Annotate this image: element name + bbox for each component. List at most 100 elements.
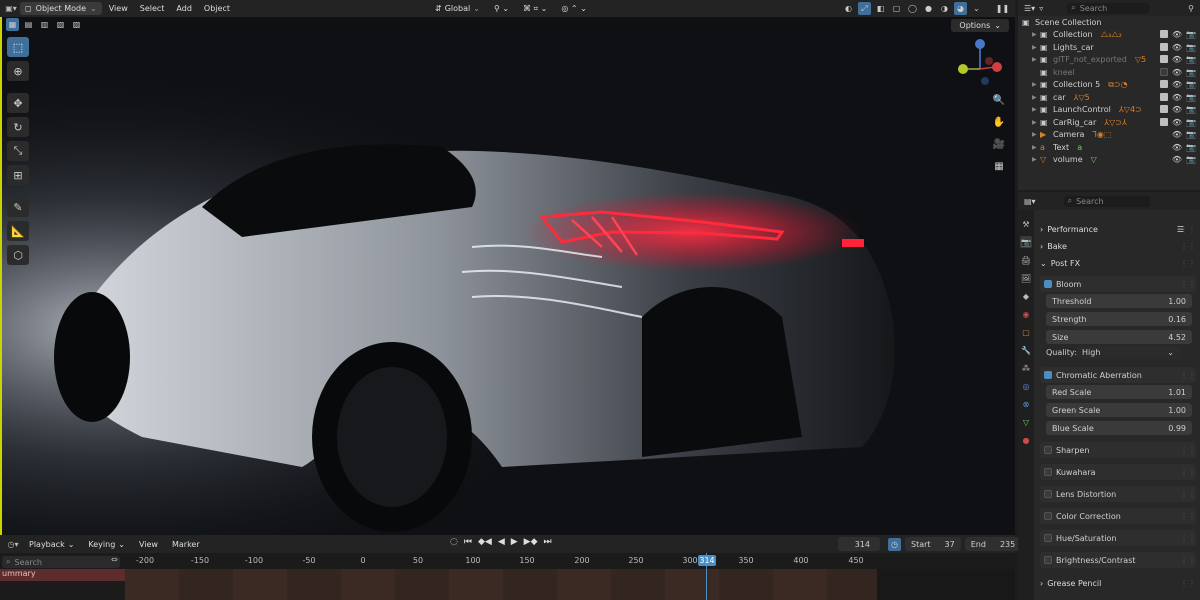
clock-icon[interactable]: ◷▾: [6, 538, 20, 550]
lens-distortion-checkbox[interactable]: [1044, 490, 1052, 498]
drag-handle-icon[interactable]: ⋮⋮: [1180, 468, 1196, 477]
eye-icon[interactable]: 👁: [1172, 105, 1182, 114]
tool-tab-icon[interactable]: ⚒: [1020, 218, 1032, 230]
mode-selector[interactable]: ◻ Object Mode ⌄: [20, 2, 102, 15]
proportional-toggle[interactable]: ◎ ⌃ ⌄: [556, 2, 591, 15]
ortho-grid-icon[interactable]: ▦: [991, 158, 1007, 174]
sharpen-subpanel[interactable]: Sharpen ⋮⋮: [1040, 442, 1196, 458]
play-icon[interactable]: ▶: [511, 537, 518, 547]
expand-arrow-icon[interactable]: ▶: [1032, 44, 1040, 51]
xray-icon[interactable]: ▢: [890, 2, 903, 15]
solid-shading-icon[interactable]: ●: [922, 2, 935, 15]
camera-render-icon[interactable]: 📷: [1186, 55, 1196, 64]
sharpen-checkbox[interactable]: [1044, 446, 1052, 454]
preview-range-icon[interactable]: ◷: [888, 537, 901, 551]
chromatic-aberration-checkbox[interactable]: [1044, 371, 1052, 379]
eye-icon[interactable]: 👁: [1172, 43, 1182, 52]
camera-render-icon[interactable]: 📷: [1186, 43, 1196, 52]
render-tab-icon[interactable]: 📷: [1020, 236, 1032, 248]
threshold-field[interactable]: Threshold 1.00: [1046, 294, 1192, 308]
quality-dropdown[interactable]: High ⌄: [1076, 346, 1180, 359]
pivot-selector[interactable]: ⚲ ⌄: [489, 2, 514, 15]
include-checkbox[interactable]: [1159, 80, 1168, 89]
camera-render-icon[interactable]: 📷: [1186, 80, 1196, 89]
gizmo-toggle-icon[interactable]: ⤢: [858, 2, 871, 15]
move-tool-icon[interactable]: ✥: [7, 93, 29, 113]
drag-handle-icon[interactable]: ⋮⋮: [1180, 534, 1196, 543]
outliner-row-camera[interactable]: ▶ ▶ Camera ⅂◉⬚ 👁 📷: [1018, 129, 1200, 142]
color-correction-checkbox[interactable]: [1044, 512, 1052, 520]
camera-render-icon[interactable]: 📷: [1186, 130, 1196, 139]
brightness-contrast-checkbox[interactable]: [1044, 556, 1052, 564]
outliner-row-lights-car[interactable]: ▶ ▣ Lights_car 👁 📷: [1018, 41, 1200, 54]
select-box-icon[interactable]: ▦: [6, 18, 19, 31]
menu-add[interactable]: Add: [171, 2, 197, 15]
shading-options-icon[interactable]: ⌄: [970, 2, 983, 15]
red-scale-field[interactable]: Red Scale 1.01: [1046, 385, 1192, 399]
kuwahara-subpanel[interactable]: Kuwahara ⋮⋮: [1040, 464, 1196, 480]
drag-handle-icon[interactable]: ⋮⋮: [1180, 242, 1196, 251]
overlay-icon[interactable]: ◧: [874, 2, 887, 15]
timeline-view-menu[interactable]: View: [134, 538, 163, 551]
blue-scale-field[interactable]: Blue Scale 0.99: [1046, 421, 1192, 435]
scene-collection-row[interactable]: ▣ Scene Collection: [1018, 16, 1200, 29]
timeline-body[interactable]: ⌕ Search ⇔ -200 -150 -100 -50 0 50 100 1…: [0, 553, 1015, 600]
camera-render-icon[interactable]: 📷: [1186, 155, 1196, 164]
expand-arrow-icon[interactable]: ▶: [1032, 156, 1040, 163]
select-subtract-icon[interactable]: ▥: [38, 18, 51, 31]
outliner-row-volume[interactable]: ▶ ▽ volume ▽ 👁 📷: [1018, 154, 1200, 167]
select-extend-icon[interactable]: ▤: [22, 18, 35, 31]
transform-tool-icon[interactable]: ⊞: [7, 165, 29, 185]
menu-select[interactable]: Select: [135, 2, 170, 15]
strength-field[interactable]: Strength 0.16: [1046, 312, 1192, 326]
playhead-frame-label[interactable]: 314: [698, 555, 716, 566]
include-checkbox[interactable]: [1159, 30, 1168, 39]
drag-handle-icon[interactable]: ⋮⋮: [1180, 280, 1196, 289]
include-checkbox[interactable]: [1159, 117, 1168, 126]
performance-panel-header[interactable]: › Performance ☰ ⋮⋮: [1040, 222, 1196, 236]
marker-menu[interactable]: Marker: [167, 538, 205, 551]
menu-view[interactable]: View: [104, 2, 133, 15]
output-tab-icon[interactable]: 🖨: [1020, 254, 1032, 266]
play-reverse-icon[interactable]: ◀: [498, 537, 505, 547]
rendered-shading-icon[interactable]: ◕: [954, 2, 967, 15]
outliner-row-text[interactable]: ▶ a Text a 👁 📷: [1018, 141, 1200, 154]
include-checkbox[interactable]: [1159, 55, 1168, 64]
snap-toggle[interactable]: ⌘ ⌗ ⌄: [518, 2, 552, 15]
next-keyframe-icon[interactable]: ▶◆: [524, 537, 538, 547]
material-shading-icon[interactable]: ◑: [938, 2, 951, 15]
timeline-search-input[interactable]: ⌕ Search: [2, 556, 120, 568]
jump-start-icon[interactable]: ⏮: [464, 537, 472, 547]
wireframe-shading-icon[interactable]: ◯: [906, 2, 919, 15]
eye-icon[interactable]: 👁: [1172, 55, 1182, 64]
frame-ruler[interactable]: -200 -150 -100 -50 0 50 100 150 200 250 …: [125, 553, 1015, 569]
eye-icon[interactable]: 👁: [1172, 93, 1182, 102]
orientation-selector[interactable]: ⇵ Global ⌄: [430, 2, 485, 15]
playback-menu[interactable]: Playback ⌄: [24, 538, 79, 551]
editor-type-icon[interactable]: ▣▾: [4, 3, 18, 15]
record-icon[interactable]: ◌: [450, 537, 458, 547]
cursor-tool-icon[interactable]: ⊕: [7, 61, 29, 81]
outliner-row-launchcontrol[interactable]: ▶ ▣ LaunchControl ⅄▽4⊃ 👁 📷: [1018, 104, 1200, 117]
eye-icon[interactable]: 👁: [1172, 68, 1182, 77]
editor-type-icon[interactable]: ☰▾: [1024, 4, 1035, 13]
chromatic-aberration-subpanel[interactable]: Chromatic Aberration ⋮⋮: [1040, 367, 1196, 383]
drag-handle-icon[interactable]: ⋮⋮: [1180, 371, 1196, 380]
hue-saturation-subpanel[interactable]: Hue/Saturation ⋮⋮: [1040, 530, 1196, 546]
camera-render-icon[interactable]: 📷: [1186, 68, 1196, 77]
keyframe-track[interactable]: [125, 569, 877, 600]
swap-arrows-icon[interactable]: ⇔: [111, 555, 118, 564]
outliner-row-carrig[interactable]: ▶ ▣ CarRig_car ⅄▽⊃⅄ 👁 📷: [1018, 116, 1200, 129]
expand-arrow-icon[interactable]: ▶: [1032, 56, 1040, 63]
eye-icon[interactable]: 👁: [1172, 118, 1182, 127]
camera-render-icon[interactable]: 📷: [1186, 143, 1196, 152]
filter-funnel-icon[interactable]: ⚲: [1188, 4, 1194, 13]
post-fx-panel-header[interactable]: ⌄ Post FX ⋮⋮: [1040, 256, 1196, 270]
add-cube-tool-icon[interactable]: ⬡: [7, 245, 29, 265]
hue-saturation-checkbox[interactable]: [1044, 534, 1052, 542]
rotate-tool-icon[interactable]: ↻: [7, 117, 29, 137]
green-scale-field[interactable]: Green Scale 1.00: [1046, 403, 1192, 417]
outliner-row-collection-5[interactable]: ▶ ▣ Collection 5 ⧉⊃◔ 👁 📷: [1018, 79, 1200, 92]
camera-render-icon[interactable]: 📷: [1186, 118, 1196, 127]
bake-panel-header[interactable]: › Bake ⋮⋮: [1040, 239, 1196, 253]
